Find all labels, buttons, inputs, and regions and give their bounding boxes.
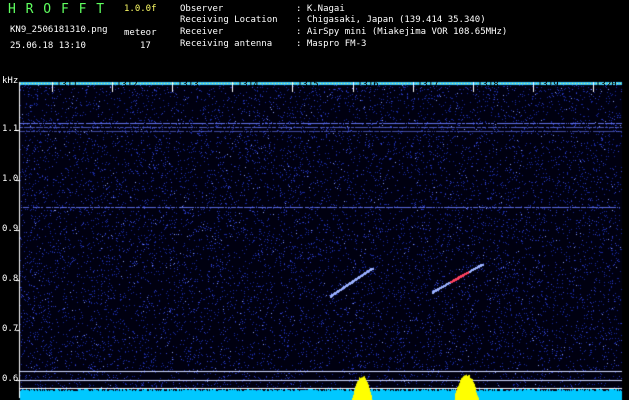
y-tick-label: 1.1 xyxy=(2,124,19,134)
location-label: Receiving Location xyxy=(180,15,278,25)
antenna-value: : Maspro FM-3 xyxy=(296,39,367,49)
x-tick-label: 1315 xyxy=(297,80,319,90)
filename-label: KN9_2506181310.png xyxy=(10,25,108,35)
y-tick-label: 1.0 xyxy=(2,174,19,184)
y-tick-label: 0.6 xyxy=(2,374,19,384)
meteor-label: meteor xyxy=(124,28,157,38)
y-tick-label: 0.7 xyxy=(2,324,19,334)
x-tick-label: 1318 xyxy=(477,80,499,90)
x-tick-label: 1314 xyxy=(237,80,259,90)
location-value: : Chigasaki, Japan (139.414 35.340) xyxy=(296,15,486,25)
y-tick-label: 0.8 xyxy=(2,274,19,284)
x-tick-label: 1320 xyxy=(595,80,617,90)
receiver-label: Receiver xyxy=(180,27,224,37)
receiver-value: : AirSpy mini (Miakejima VOR 108.65MHz) xyxy=(296,27,508,37)
x-tick-label: 1316 xyxy=(357,80,379,90)
y-tick-label: 0.9 xyxy=(2,224,19,234)
spectrogram-canvas xyxy=(0,0,629,400)
meteor-count: 17 xyxy=(140,41,151,51)
observer-label: Observer xyxy=(180,4,224,14)
version-label: 1.0.0f xyxy=(124,4,157,14)
y-axis-unit: kHz xyxy=(2,76,19,86)
app-title: H R O F F T xyxy=(8,2,106,17)
datetime-label: 25.06.18 13:10 xyxy=(10,41,86,51)
x-tick-label: 1312 xyxy=(116,80,138,90)
x-tick-label: 1317 xyxy=(417,80,439,90)
x-tick-label: 1319 xyxy=(537,80,559,90)
x-tick-label: 1313 xyxy=(177,80,199,90)
antenna-label: Receiving antenna xyxy=(180,39,273,49)
x-tick-label: 1311 xyxy=(56,80,78,90)
observer-value: : K.Nagai xyxy=(296,4,345,14)
